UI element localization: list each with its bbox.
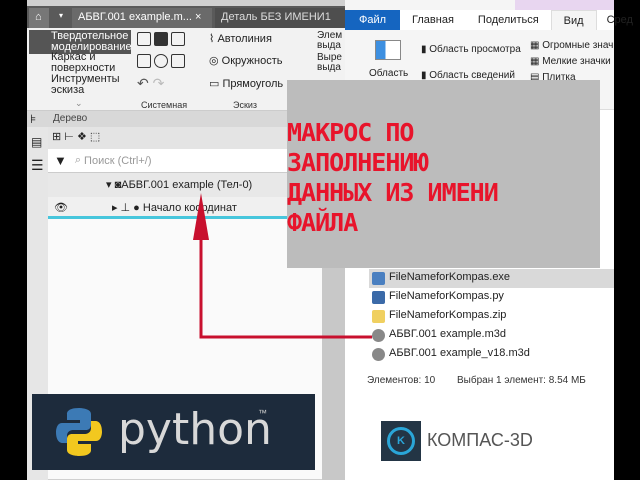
- python-logo: python ™: [32, 394, 315, 470]
- arrow-line: [199, 205, 372, 339]
- arrow-head: [193, 193, 209, 240]
- python-logo-text: python: [118, 404, 272, 455]
- python-logo-icon: [56, 408, 102, 456]
- trademark: ™: [258, 408, 267, 418]
